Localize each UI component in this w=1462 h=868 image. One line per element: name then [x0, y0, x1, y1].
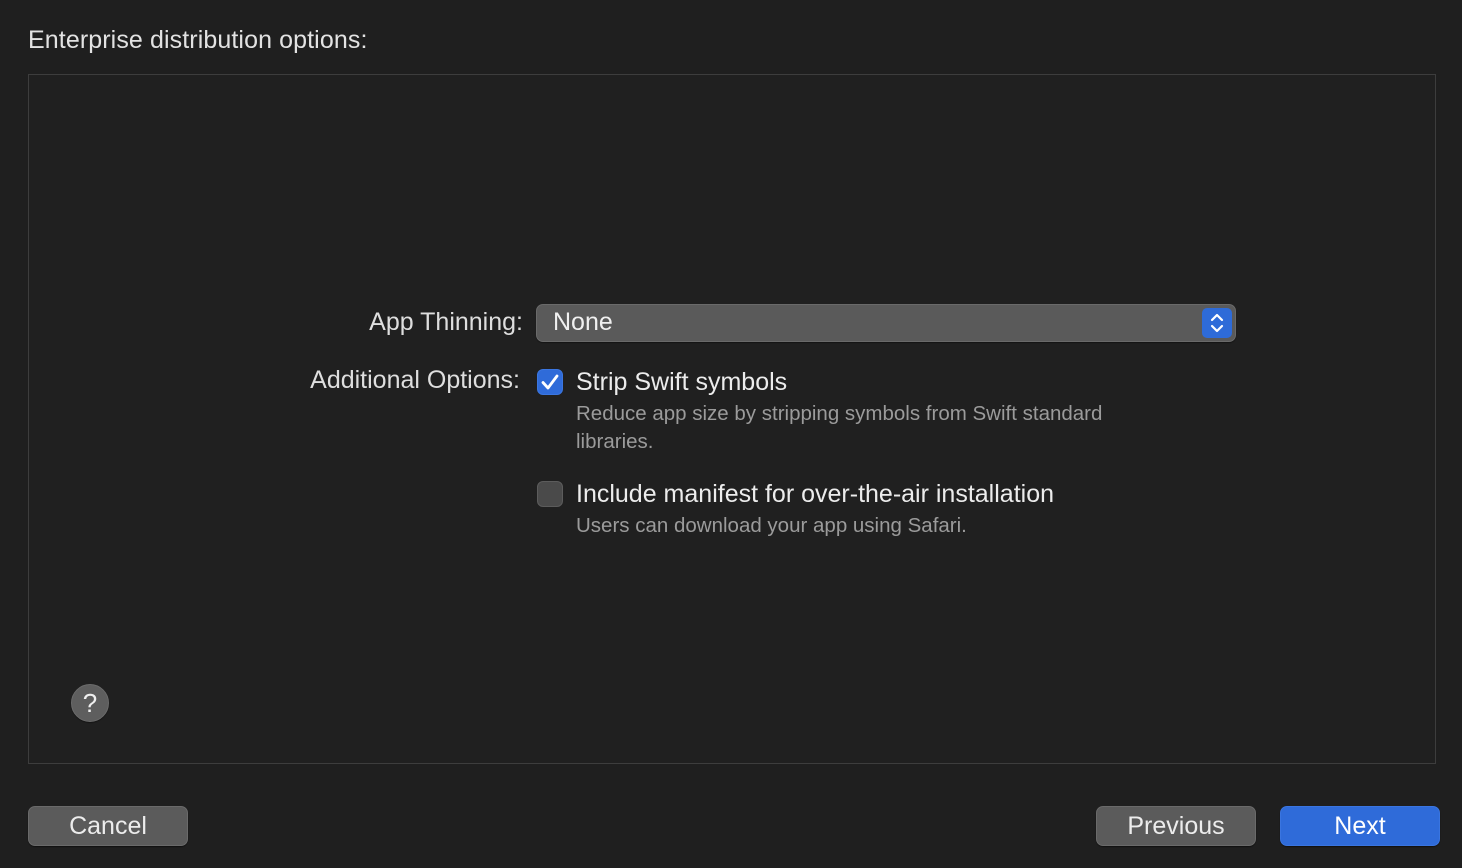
additional-options-label: Additional Options:	[310, 366, 520, 394]
help-button[interactable]: ?	[71, 684, 109, 722]
strip-swift-symbols-description: Reduce app size by stripping symbols fro…	[576, 402, 1103, 453]
previous-button[interactable]: Previous	[1096, 806, 1256, 846]
app-thinning-label: App Thinning:	[369, 308, 523, 336]
strip-swift-symbols-title: Strip Swift symbols	[576, 368, 788, 396]
next-button[interactable]: Next	[1280, 806, 1440, 846]
chevron-up-down-icon	[1202, 308, 1232, 338]
app-thinning-value: None	[553, 308, 613, 336]
include-manifest-description: Users can download your app using Safari…	[576, 514, 967, 537]
strip-swift-symbols-checkbox[interactable]	[537, 369, 563, 395]
cancel-button[interactable]: Cancel	[28, 806, 188, 846]
checkmark-icon	[541, 374, 559, 390]
header-title: Enterprise distribution options:	[28, 26, 368, 54]
app-thinning-popup[interactable]: None	[536, 304, 1236, 342]
question-mark-icon: ?	[82, 688, 98, 718]
include-manifest-title: Include manifest for over-the-air instal…	[576, 480, 1055, 508]
include-manifest-checkbox[interactable]	[537, 481, 563, 507]
